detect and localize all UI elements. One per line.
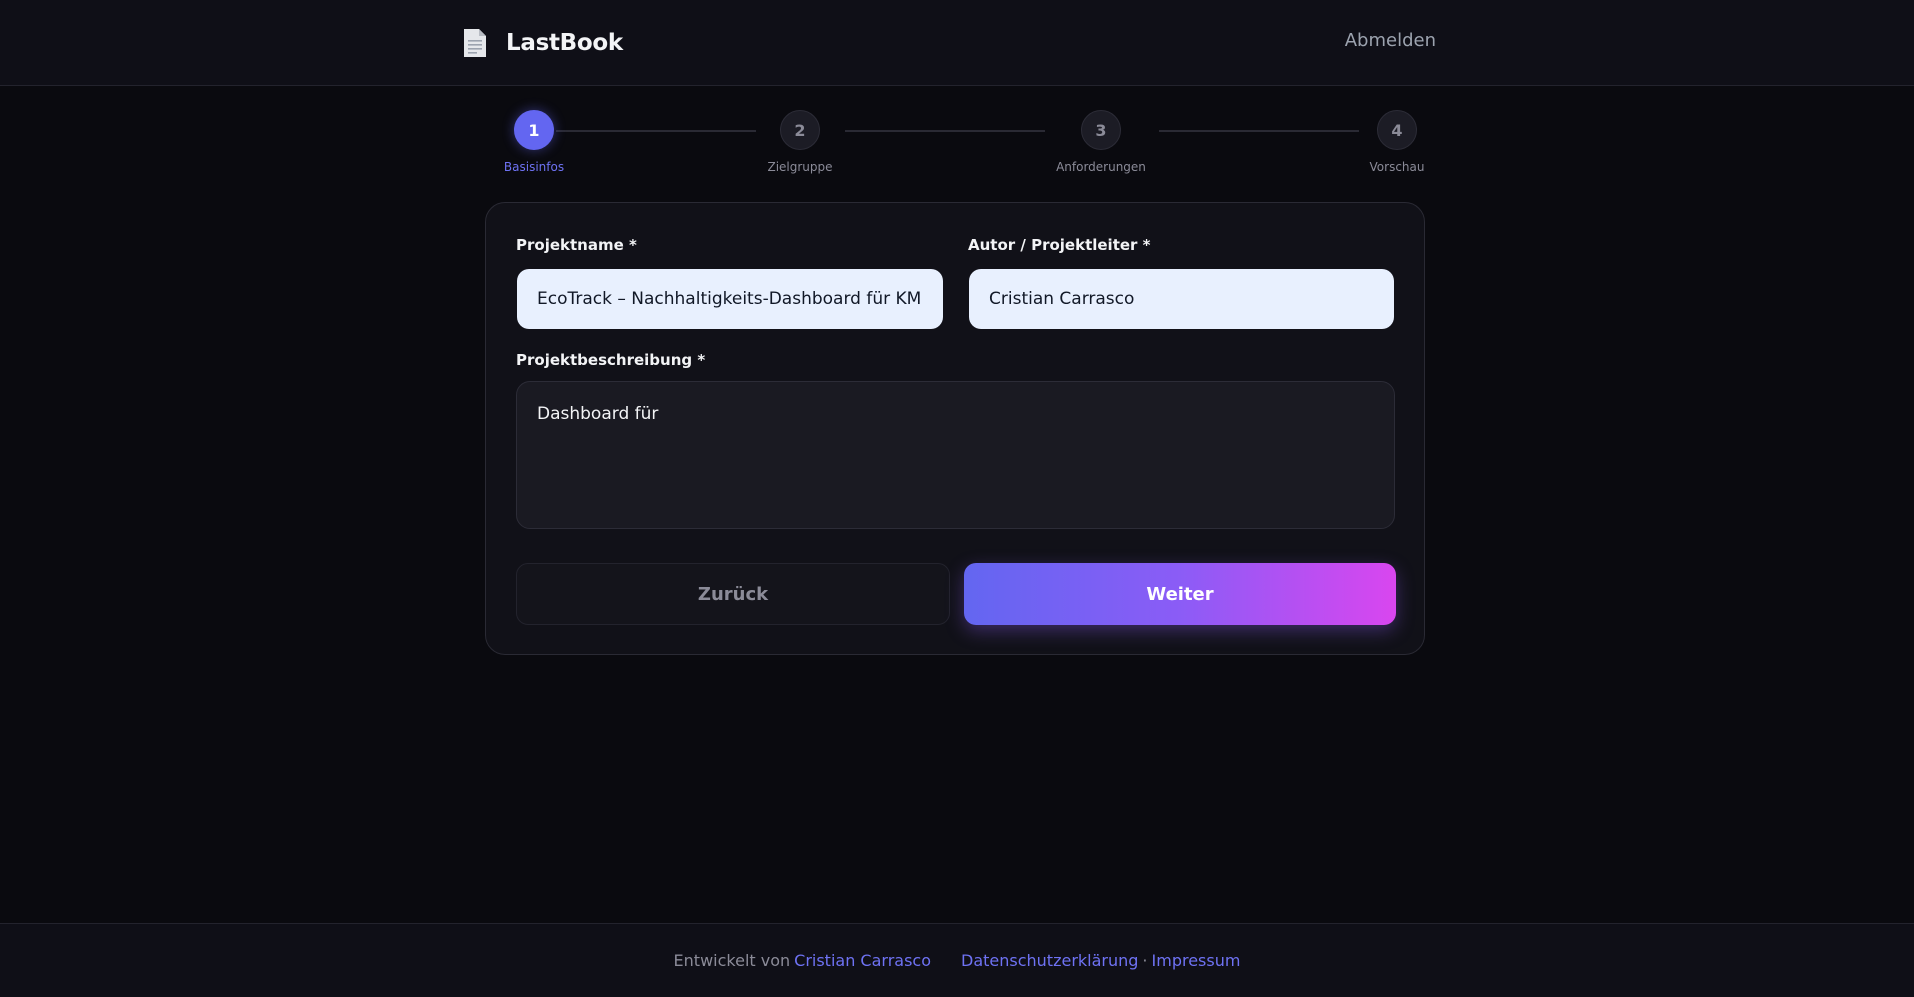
step-vorschau[interactable]: 4 Vorschau	[1347, 110, 1447, 174]
basic-info-form: Projektname * EcoTrack – Nachhaltigkeits…	[485, 202, 1425, 655]
imprint-link[interactable]: Impressum	[1152, 951, 1241, 970]
step-zielgruppe[interactable]: 2 Zielgruppe	[750, 110, 850, 174]
footer: Entwickelt von Cristian Carrasco Datensc…	[0, 923, 1914, 997]
step-basisinfos[interactable]: 1 Basisinfos	[484, 110, 584, 174]
footer-separator: ·	[1142, 951, 1148, 970]
footer-author-link[interactable]: Cristian Carrasco	[794, 951, 931, 970]
logout-link[interactable]: Abmelden	[1345, 30, 1436, 51]
project-name-input[interactable]: EcoTrack – Nachhaltigkeits-Dashboard für…	[517, 269, 943, 329]
step-connector	[1159, 130, 1359, 132]
author-input[interactable]: Cristian Carrasco	[969, 269, 1394, 329]
step-number: 1	[514, 110, 554, 150]
back-button[interactable]: Zurück	[516, 563, 950, 625]
description-label: Projektbeschreibung *	[516, 351, 706, 369]
step-number: 4	[1377, 110, 1417, 150]
step-connector	[556, 130, 756, 132]
step-label: Basisinfos	[503, 160, 565, 174]
document-icon	[464, 29, 486, 57]
step-connector	[845, 130, 1045, 132]
step-label: Vorschau	[1369, 160, 1425, 174]
wizard-stepper: 1 Basisinfos 2 Zielgruppe 3 Anforderunge…	[484, 110, 1426, 180]
step-label: Anforderungen	[1056, 160, 1146, 174]
step-number: 3	[1081, 110, 1121, 150]
footer-developed-by: Entwickelt von	[673, 951, 791, 970]
brand[interactable]: LastBook	[462, 26, 623, 60]
step-label: Zielgruppe	[767, 160, 833, 174]
step-number: 2	[780, 110, 820, 150]
next-button[interactable]: Weiter	[964, 563, 1396, 625]
top-bar: LastBook Abmelden	[0, 0, 1914, 86]
brand-name: LastBook	[506, 30, 623, 56]
description-textarea[interactable]: Dashboard für	[516, 381, 1395, 529]
project-name-label: Projektname *	[516, 236, 637, 254]
author-label: Autor / Projektleiter *	[968, 236, 1151, 254]
step-anforderungen[interactable]: 3 Anforderungen	[1051, 110, 1151, 174]
privacy-policy-link[interactable]: Datenschutzerklärung	[961, 951, 1138, 970]
